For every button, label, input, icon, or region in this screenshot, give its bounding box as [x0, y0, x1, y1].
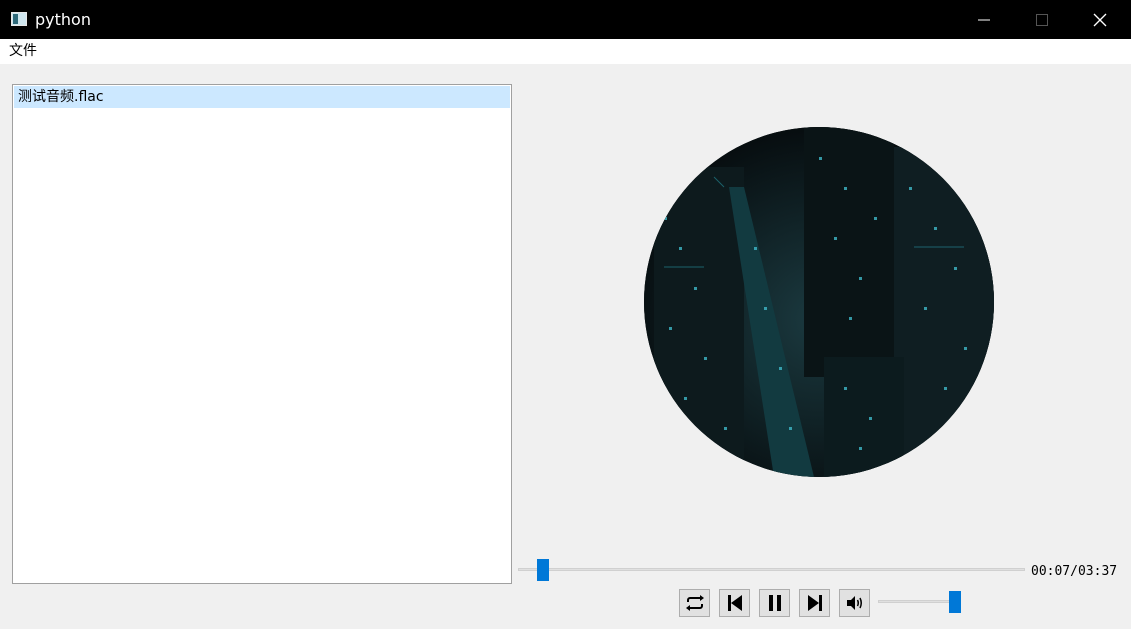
progress-track[interactable]	[518, 568, 1025, 571]
skip-next-icon	[807, 595, 822, 611]
skip-previous-icon	[727, 595, 742, 611]
speaker-icon	[846, 596, 862, 610]
minimize-icon	[978, 19, 990, 20]
title-bar: python	[0, 0, 1131, 39]
close-button[interactable]	[1071, 0, 1129, 39]
minimize-button[interactable]	[955, 0, 1013, 39]
app-icon	[11, 12, 27, 26]
next-button[interactable]	[799, 589, 830, 617]
window-title: python	[35, 10, 91, 29]
time-label: 00:07/03:37	[1031, 564, 1118, 579]
maximize-icon	[1036, 13, 1048, 26]
menu-file[interactable]: 文件	[9, 43, 37, 60]
loop-button[interactable]	[679, 589, 710, 617]
pause-button[interactable]	[759, 589, 790, 617]
previous-button[interactable]	[719, 589, 750, 617]
progress-handle[interactable]	[537, 559, 549, 581]
playlist-item[interactable]: 测试音频.flac	[14, 86, 510, 108]
album-art	[644, 127, 994, 477]
volume-handle[interactable]	[949, 591, 961, 613]
volume-button[interactable]	[839, 589, 870, 617]
close-icon	[1093, 13, 1107, 26]
repeat-icon	[685, 595, 704, 611]
pause-icon	[768, 595, 781, 611]
playlist[interactable]: 测试音频.flac	[12, 84, 512, 584]
album-art-image	[644, 127, 994, 477]
menu-bar: 文件	[0, 39, 1131, 64]
maximize-button[interactable]	[1013, 0, 1071, 39]
